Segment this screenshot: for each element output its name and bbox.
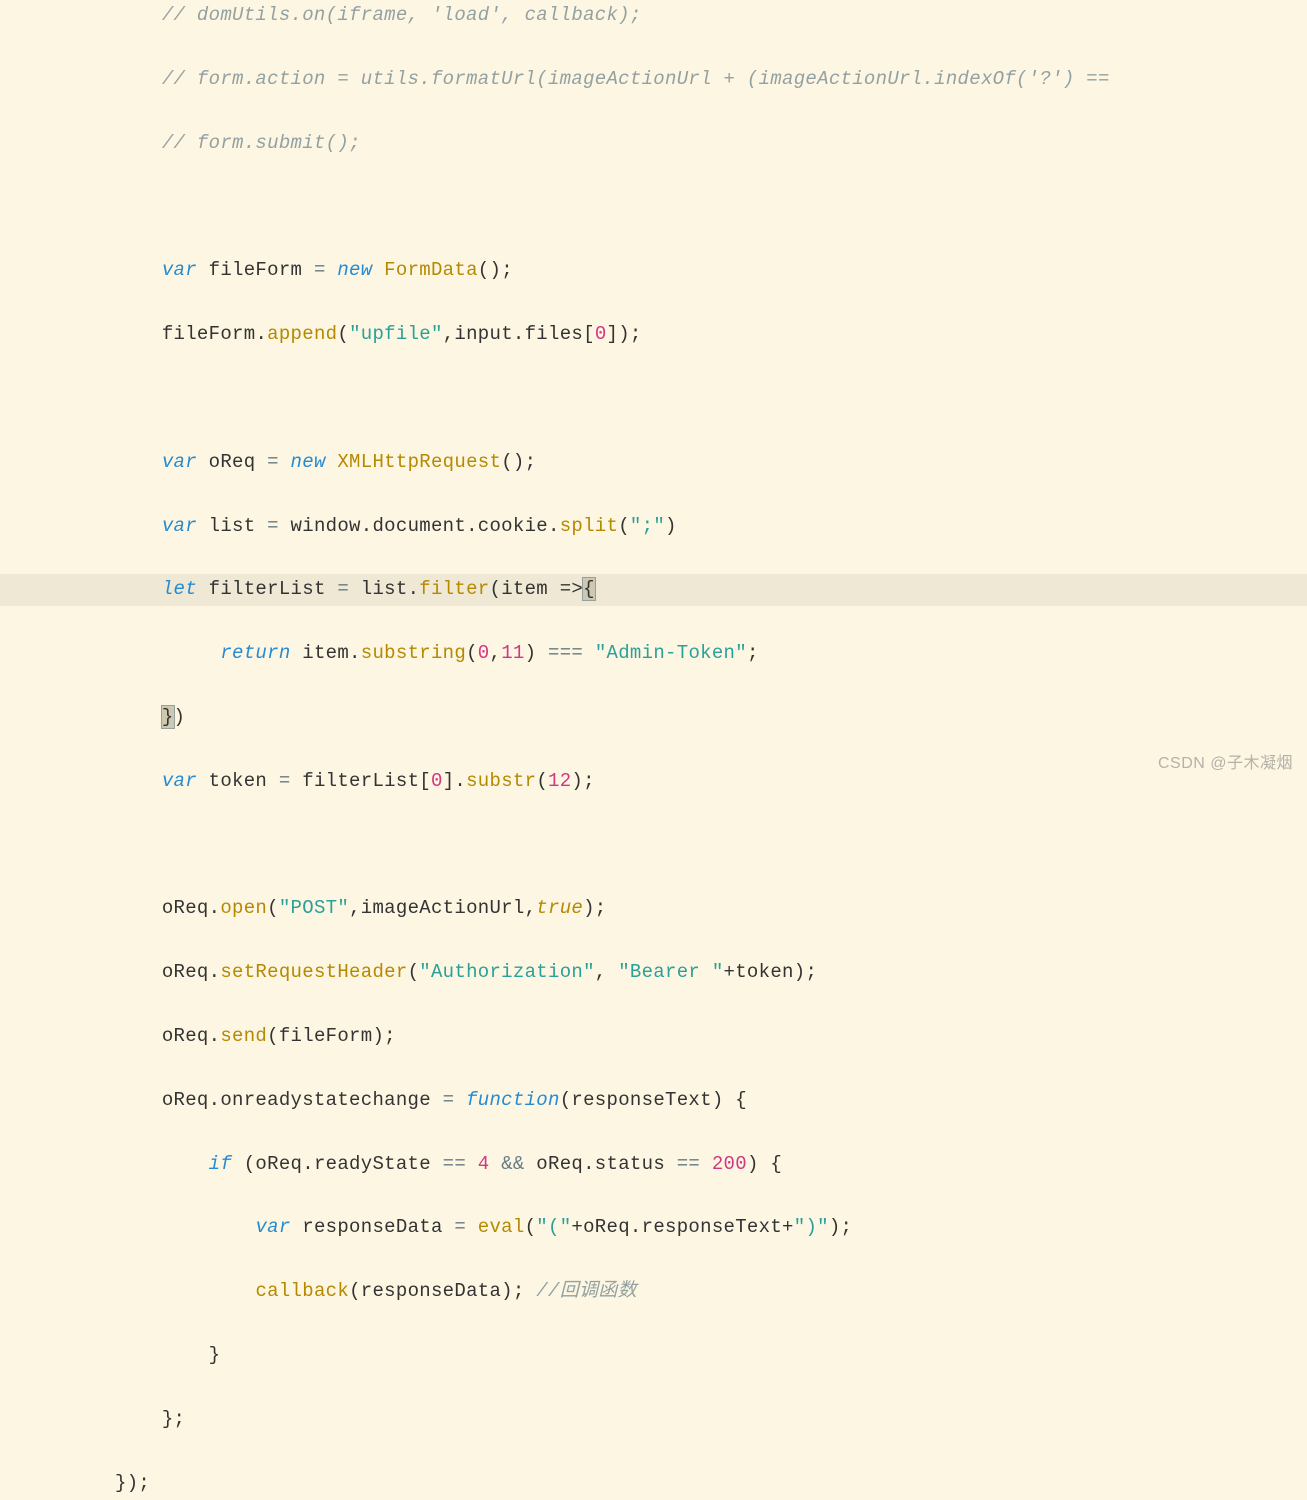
code-line	[115, 191, 1307, 223]
code-line: }	[115, 1340, 1307, 1372]
code-line	[115, 830, 1307, 862]
code-editor[interactable]: // domUtils.on(iframe, 'load', callback)…	[60, 0, 1307, 1500]
code-line: // domUtils.on(iframe, 'load', callback)…	[115, 0, 1307, 32]
code-line: };	[115, 1404, 1307, 1436]
code-line: var list = window.document.cookie.split(…	[115, 511, 1307, 543]
code-line: return item.substring(0,11) === "Admin-T…	[115, 638, 1307, 670]
code-line: // form.submit();	[115, 128, 1307, 160]
code-line: var responseData = eval("("+oReq.respons…	[115, 1212, 1307, 1244]
code-line: if (oReq.readyState == 4 && oReq.status …	[115, 1149, 1307, 1181]
watermark-text: CSDN @子木凝烟	[1158, 751, 1293, 778]
bracket-match: {	[582, 577, 596, 601]
code-line: oReq.open("POST",imageActionUrl,true);	[115, 893, 1307, 925]
code-line: oReq.send(fileForm);	[115, 1021, 1307, 1053]
code-line: callback(responseData); //回调函数	[115, 1276, 1307, 1308]
code-line: var token = filterList[0].substr(12);	[115, 766, 1307, 798]
code-line: });	[115, 1468, 1307, 1500]
code-line: oReq.onreadystatechange = function(respo…	[115, 1085, 1307, 1117]
code-line	[115, 383, 1307, 415]
code-line: fileForm.append("upfile",input.files[0])…	[115, 319, 1307, 351]
code-line: var oReq = new XMLHttpRequest();	[115, 447, 1307, 479]
editor-gutter	[0, 0, 60, 784]
code-line-highlighted: let filterList = list.filter(item =>{	[0, 574, 1307, 606]
code-line: // form.action = utils.formatUrl(imageAc…	[115, 64, 1307, 96]
bracket-match: }	[161, 705, 175, 729]
code-line: oReq.setRequestHeader("Authorization", "…	[115, 957, 1307, 989]
code-line: var fileForm = new FormData();	[115, 255, 1307, 287]
code-line: })	[115, 702, 1307, 734]
